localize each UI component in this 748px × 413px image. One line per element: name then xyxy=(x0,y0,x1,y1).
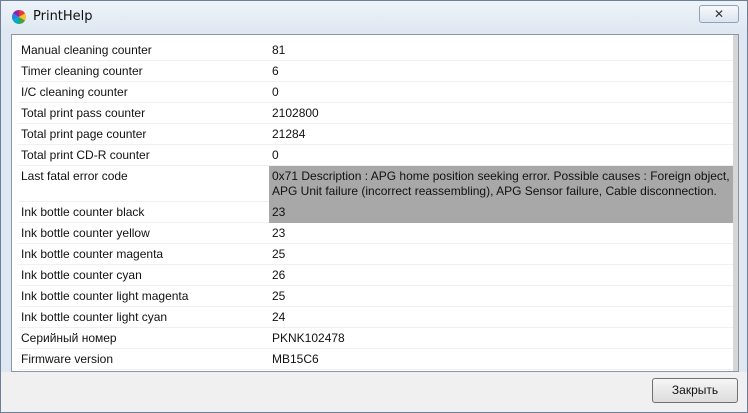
row-value: 2102800 xyxy=(272,106,319,120)
table-row[interactable]: Total print page counter 21284 xyxy=(18,124,733,145)
info-table-panel: Manual cleaning counter 81 Timer cleanin… xyxy=(11,34,739,372)
row-value: 6 xyxy=(272,64,279,78)
printhelp-window: PrintHelp ✕ Manual cleaning counter 81 T… xyxy=(0,0,748,413)
row-label: Ink bottle counter yellow xyxy=(21,226,150,240)
table-row-selected[interactable]: Ink bottle counter black 23 xyxy=(18,202,738,223)
row-value: 26 xyxy=(272,268,286,282)
row-value: 25 xyxy=(272,247,286,261)
row-label: Ink bottle counter cyan xyxy=(21,268,142,282)
row-label: Last fatal error code xyxy=(21,169,128,183)
table-row[interactable]: Manual cleaning counter 81 xyxy=(18,40,733,61)
close-icon: ✕ xyxy=(713,7,725,21)
table-row[interactable]: I/C cleaning counter 0 xyxy=(18,82,733,103)
table-row[interactable]: Ink bottle counter yellow 23 xyxy=(18,223,733,244)
row-label: Ink bottle counter black xyxy=(21,205,145,219)
table-row[interactable]: Ink bottle counter light cyan 24 xyxy=(18,307,733,328)
window-title: PrintHelp xyxy=(33,9,93,24)
table-row[interactable]: Total print pass counter 2102800 xyxy=(18,103,733,124)
row-label: Timer cleaning counter xyxy=(21,64,143,78)
row-label: Ink bottle counter magenta xyxy=(21,247,164,261)
title-bar: PrintHelp ✕ xyxy=(1,1,747,33)
vertical-scrollbar[interactable] xyxy=(733,35,738,371)
close-dialog-button[interactable]: Закрыть xyxy=(652,378,738,403)
table-row[interactable]: Серийный номер PKNK102478 xyxy=(18,328,733,349)
table-row[interactable]: Firmware version MB15C6 xyxy=(18,349,733,370)
row-label: Ink bottle counter light cyan xyxy=(21,310,168,324)
row-label: Total print CD-R counter xyxy=(21,148,150,162)
table-row[interactable]: Ink bottle counter cyan 26 xyxy=(18,265,733,286)
row-label: Manual cleaning counter xyxy=(21,43,152,57)
app-color-wheel-icon xyxy=(12,10,26,24)
row-value: 0 xyxy=(272,85,279,99)
row-value: 24 xyxy=(272,310,286,324)
row-label: Серийный номер xyxy=(21,331,117,345)
row-label: I/C cleaning counter xyxy=(21,85,128,99)
row-value: 81 xyxy=(272,43,286,57)
row-value: 23 xyxy=(269,202,738,223)
row-value: MB15C6 xyxy=(272,352,319,366)
row-label: Ink bottle counter light magenta xyxy=(21,289,189,303)
button-bar xyxy=(1,372,747,412)
table-row[interactable]: Timer cleaning counter 6 xyxy=(18,61,733,82)
table-row[interactable]: Ink bottle counter light magenta 25 xyxy=(18,286,733,307)
info-table: Manual cleaning counter 81 Timer cleanin… xyxy=(18,40,738,370)
row-value: 23 xyxy=(272,226,286,240)
row-label: Total print pass counter xyxy=(21,106,146,120)
table-row-selected[interactable]: Last fatal error code 0x71 Description :… xyxy=(18,166,738,202)
row-value: 21284 xyxy=(272,127,306,141)
row-label: Firmware version xyxy=(21,352,114,366)
row-label: Total print page counter xyxy=(21,127,147,141)
table-row[interactable]: Total print CD-R counter 0 xyxy=(18,145,733,166)
error-description-value: 0x71 Description : APG home position see… xyxy=(269,166,738,202)
table-row[interactable]: Ink bottle counter magenta 25 xyxy=(18,244,733,265)
row-value: PKNK102478 xyxy=(272,331,345,345)
window-close-button[interactable]: ✕ xyxy=(699,5,739,23)
row-value: 0 xyxy=(272,148,279,162)
row-value: 25 xyxy=(272,289,286,303)
